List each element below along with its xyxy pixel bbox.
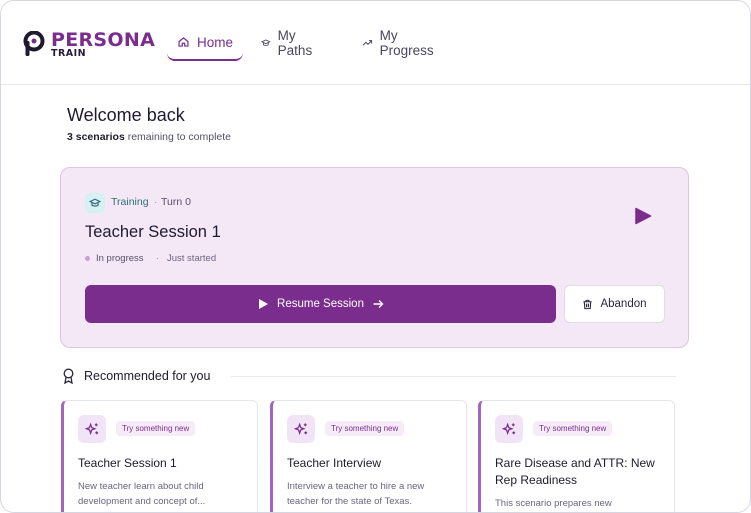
card-description: New teacher learn about child developmen… bbox=[78, 481, 206, 507]
nav-item-my-progress[interactable]: My Progress bbox=[352, 25, 447, 61]
play-icon bbox=[259, 299, 269, 309]
award-icon bbox=[63, 368, 74, 384]
try-something-new-badge: Try something new bbox=[325, 421, 405, 436]
active-session-card: Training · Turn 0 Teacher Session 1 In p… bbox=[60, 167, 689, 348]
try-something-new-badge: Try something new bbox=[533, 421, 613, 436]
scenarios-remaining-suffix: remaining to complete bbox=[127, 131, 232, 143]
top-header: PERSONA TRAIN Home My Paths My Progress bbox=[1, 1, 750, 85]
nav-label-my-progress: My Progress bbox=[379, 28, 434, 58]
separator-dot: · bbox=[156, 253, 160, 264]
abandon-button[interactable]: Abandon bbox=[564, 285, 665, 323]
turn-counter: Turn 0 bbox=[161, 196, 191, 208]
sparkles-icon bbox=[293, 421, 307, 435]
card-description: Interview a teacher to hire a new teache… bbox=[287, 481, 425, 507]
nav-label-my-paths: My Paths bbox=[277, 28, 313, 58]
sparkles-icon-container bbox=[287, 415, 315, 443]
app-window: PERSONA TRAIN Home My Paths My Progress … bbox=[0, 0, 751, 513]
session-time: Just started bbox=[167, 253, 217, 264]
card-description: This scenario prepares new bbox=[495, 498, 612, 509]
session-title: Teacher Session 1 bbox=[85, 223, 221, 241]
recommended-heading: Recommended for you bbox=[84, 369, 211, 383]
brand-logo[interactable]: PERSONA TRAIN bbox=[23, 29, 155, 63]
nav-label-home: Home bbox=[196, 34, 233, 50]
resume-session-button[interactable]: Resume Session bbox=[85, 285, 556, 323]
abandon-label: Abandon bbox=[600, 298, 647, 310]
status-indicator-dot bbox=[85, 256, 90, 261]
session-status: In progress bbox=[96, 253, 144, 264]
play-icon[interactable] bbox=[633, 206, 653, 226]
graduation-cap-icon bbox=[89, 198, 101, 207]
page-title: Welcome back bbox=[67, 105, 185, 125]
recommended-card[interactable]: Try something new Teacher Session 1 New … bbox=[61, 400, 258, 512]
sparkles-icon-container bbox=[78, 415, 106, 443]
arrow-right-icon bbox=[373, 300, 384, 308]
trend-up-icon bbox=[362, 40, 373, 46]
nav-item-my-paths[interactable]: My Paths bbox=[251, 25, 327, 61]
persona-logo-icon bbox=[23, 31, 45, 56]
scenarios-count: 3 scenarios bbox=[67, 131, 125, 143]
graduation-cap-icon bbox=[261, 39, 271, 46]
session-type-label: Training bbox=[111, 196, 149, 208]
nav-item-home[interactable]: Home bbox=[167, 25, 243, 61]
trash-icon bbox=[583, 299, 593, 309]
recommended-card[interactable]: Try something new Rare Disease and ATTR:… bbox=[478, 400, 675, 512]
sparkles-icon bbox=[501, 421, 515, 435]
scenarios-remaining-text: 3 scenarios remaining to complete bbox=[67, 131, 231, 143]
card-title: Teacher Session 1 bbox=[78, 456, 177, 470]
try-something-new-badge: Try something new bbox=[116, 421, 196, 436]
section-divider bbox=[231, 376, 676, 377]
resume-session-label: Resume Session bbox=[277, 298, 364, 310]
recommended-card[interactable]: Try something new Teacher Interview Inte… bbox=[270, 400, 467, 512]
card-title: Rare Disease and ATTR: New Rep Readiness bbox=[495, 456, 655, 487]
training-badge bbox=[85, 193, 105, 213]
sparkles-icon-container bbox=[495, 415, 523, 443]
home-icon bbox=[178, 37, 189, 47]
separator-dot: · bbox=[154, 196, 158, 208]
brand-subtitle: TRAIN bbox=[51, 48, 87, 59]
sparkles-icon bbox=[84, 421, 98, 435]
card-title: Teacher Interview bbox=[287, 456, 382, 470]
